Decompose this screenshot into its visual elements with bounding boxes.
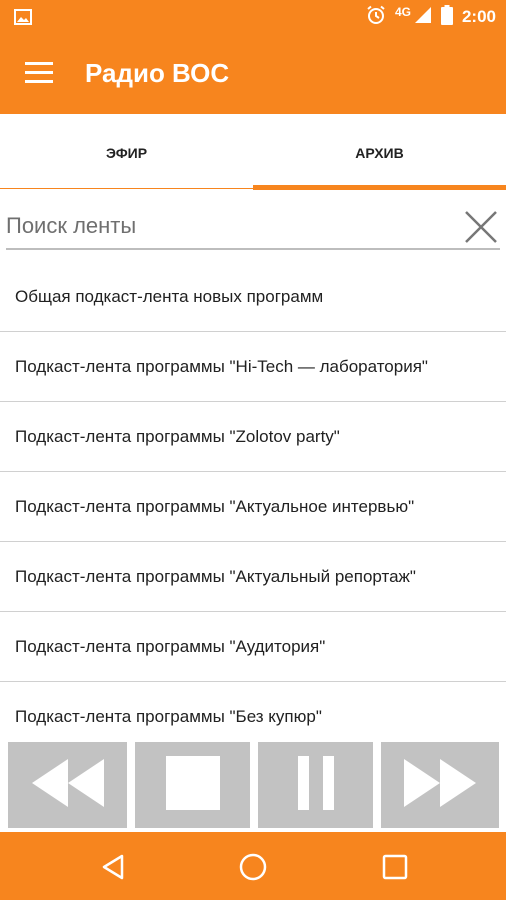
- home-icon[interactable]: [238, 852, 268, 882]
- list-item[interactable]: Подкаст-лента программы "Актуальный репо…: [0, 542, 506, 612]
- tab-bar: ЭФИР АРХИВ: [0, 114, 506, 192]
- rewind-button[interactable]: [8, 742, 127, 828]
- player-controls: [0, 742, 506, 828]
- battery-icon: [440, 4, 453, 30]
- rewind-icon: [30, 757, 106, 814]
- feed-list: Общая подкаст-лента новых программ Подка…: [0, 262, 506, 752]
- tab-selected-indicator: [253, 185, 506, 190]
- back-icon[interactable]: [98, 852, 128, 882]
- tab-live[interactable]: ЭФИР: [0, 114, 253, 192]
- tab-archive[interactable]: АРХИВ: [253, 114, 506, 192]
- alarm-icon: [366, 5, 386, 30]
- list-item[interactable]: Подкаст-лента программы "Актуальное инте…: [0, 472, 506, 542]
- pause-button[interactable]: [258, 742, 373, 828]
- pause-icon: [297, 755, 334, 815]
- list-item[interactable]: Подкаст-лента программы "Hi-Tech — лабор…: [0, 332, 506, 402]
- tab-divider: [0, 188, 253, 189]
- list-item[interactable]: Подкаст-лента программы "Zolotov party": [0, 402, 506, 472]
- stop-icon: [165, 755, 220, 815]
- fast-forward-icon: [402, 757, 478, 814]
- menu-icon[interactable]: [25, 62, 53, 84]
- search-input[interactable]: [6, 204, 456, 248]
- search-bar: [6, 204, 500, 252]
- signal-icon: [414, 6, 432, 29]
- app-title: Радио ВОС: [85, 58, 230, 88]
- image-icon: [14, 9, 32, 30]
- search-underline: [6, 248, 500, 250]
- stop-button[interactable]: [135, 742, 250, 828]
- app-toolbar: Радио ВОС: [0, 34, 506, 114]
- fast-forward-button[interactable]: [381, 742, 499, 828]
- list-item[interactable]: Подкаст-лента программы "Аудитория": [0, 612, 506, 682]
- list-item[interactable]: Общая подкаст-лента новых программ: [0, 262, 506, 332]
- network-type-label: 4G: [394, 5, 411, 19]
- status-bar: 4G 2:00: [0, 0, 506, 34]
- clock-time: 2:00: [461, 7, 496, 26]
- close-icon[interactable]: [464, 210, 498, 244]
- system-nav-bar: [0, 832, 506, 900]
- recents-icon[interactable]: [380, 852, 410, 882]
